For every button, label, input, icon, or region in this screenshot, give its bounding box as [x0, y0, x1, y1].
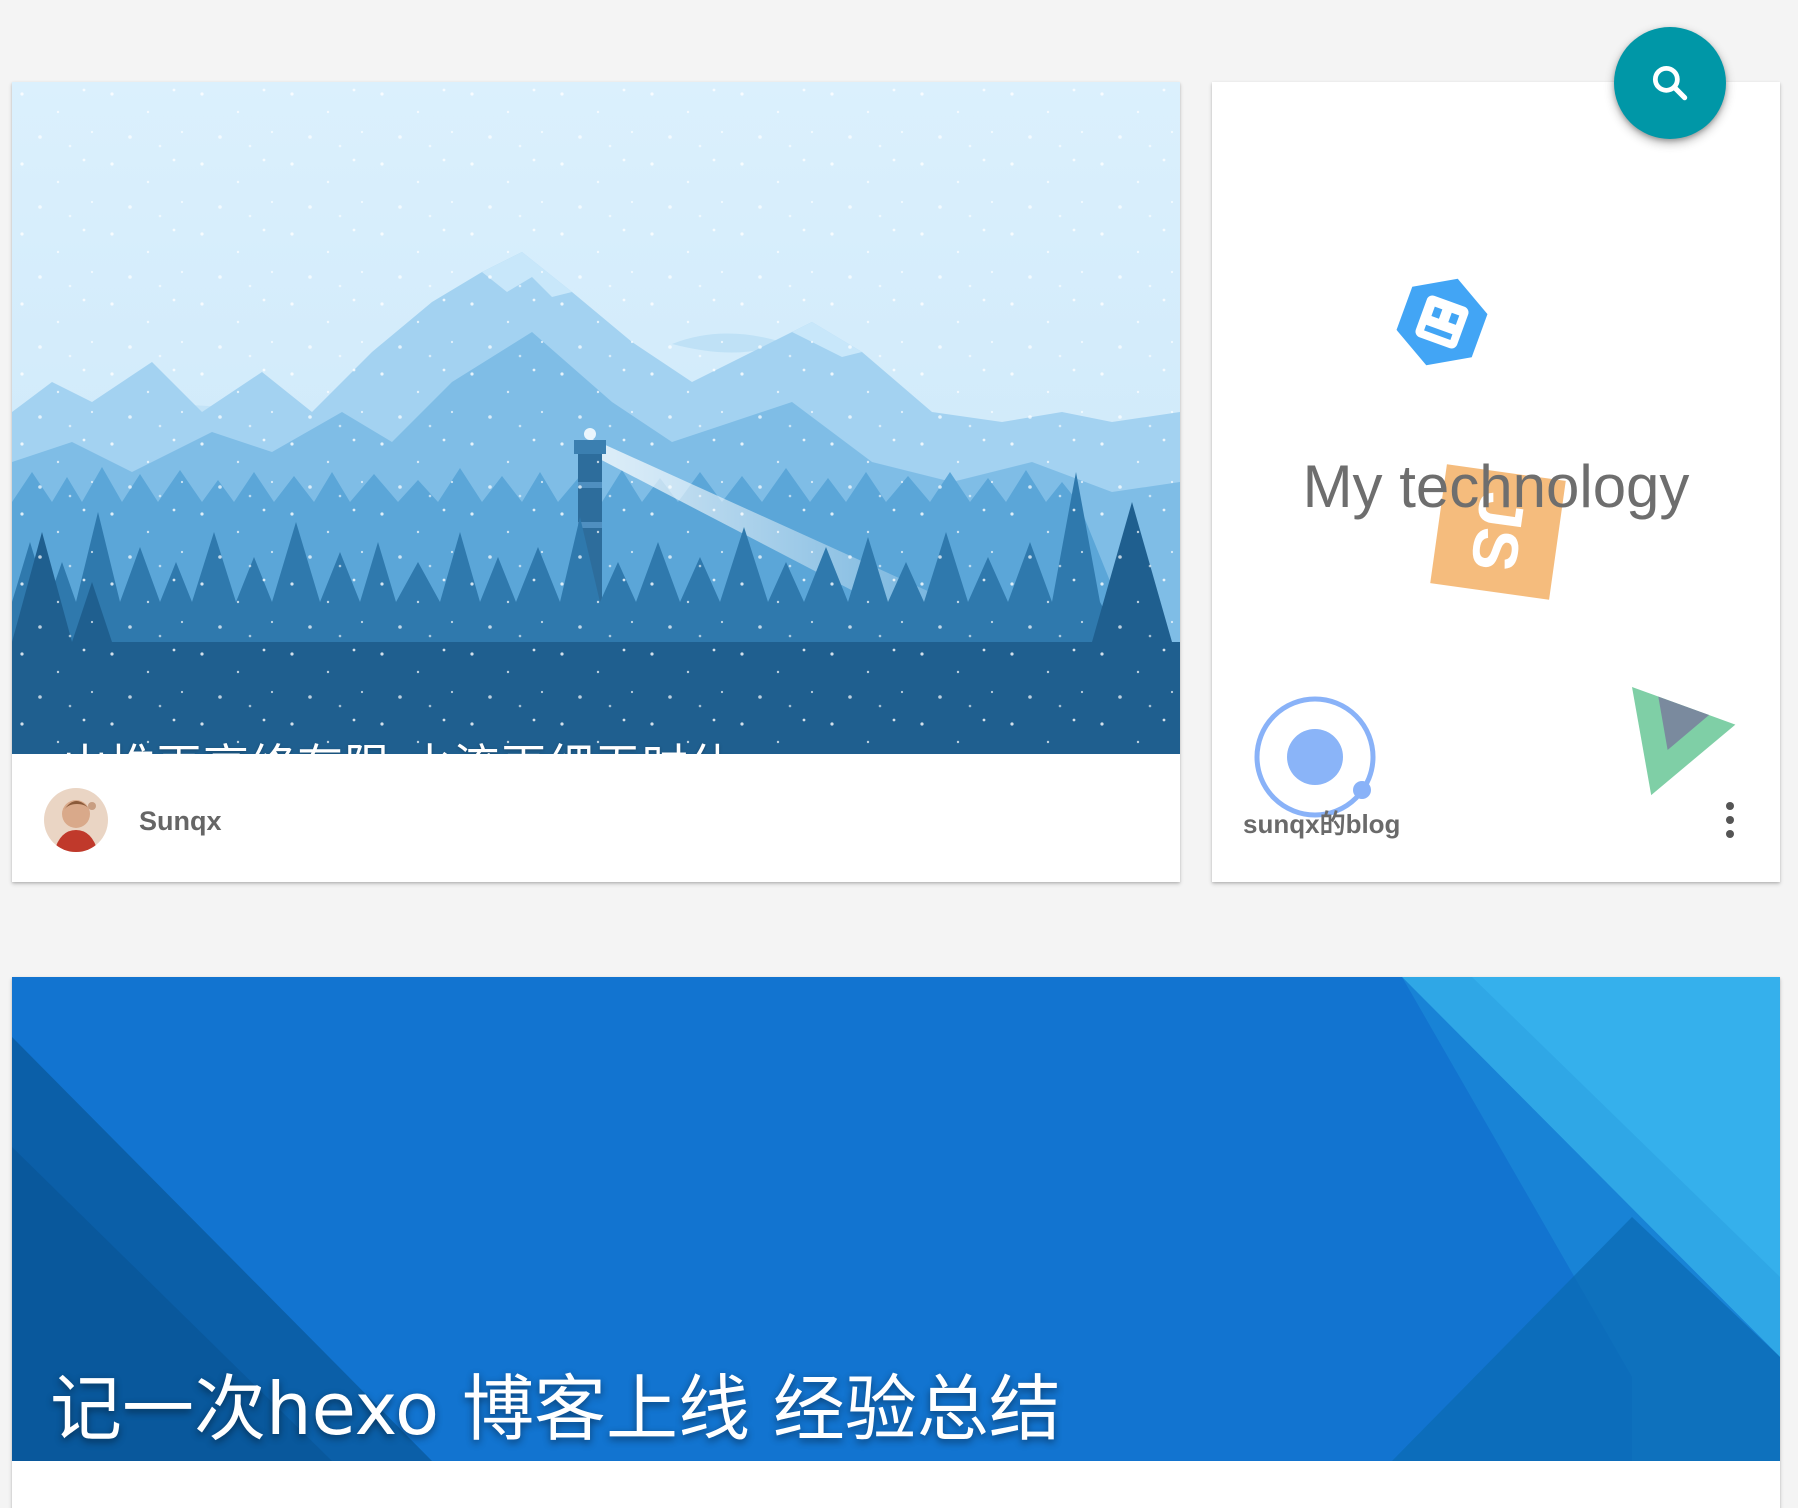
tech-logo-icon — [1396, 278, 1488, 366]
blog-post-title[interactable]: 记一次hexo 博客上线 经验总结 — [50, 1350, 1061, 1455]
ionic-icon — [1254, 696, 1376, 818]
more-vertical-icon — [1726, 802, 1734, 838]
page: 山堆再高终有限,水流再细无时休 Sunqx — [0, 0, 1798, 1508]
featured-post-card[interactable]: 山堆再高终有限,水流再细无时休 Sunqx — [12, 82, 1180, 882]
blog-name-link[interactable]: sunqx的blog — [1243, 804, 1400, 841]
avatar-image — [44, 788, 108, 852]
author-name[interactable]: Sunqx — [139, 806, 222, 837]
card-footer: Sunqx — [12, 754, 1180, 882]
mountain-lighthouse-illustration — [12, 82, 1180, 754]
search-button[interactable] — [1614, 27, 1726, 139]
tech-card-title: My technology — [1302, 453, 1690, 520]
author-avatar[interactable] — [44, 788, 108, 852]
technology-card[interactable]: JS My technology sunqx的blog — [1212, 82, 1780, 882]
more-options-button[interactable] — [1712, 792, 1748, 848]
search-icon — [1652, 65, 1688, 101]
